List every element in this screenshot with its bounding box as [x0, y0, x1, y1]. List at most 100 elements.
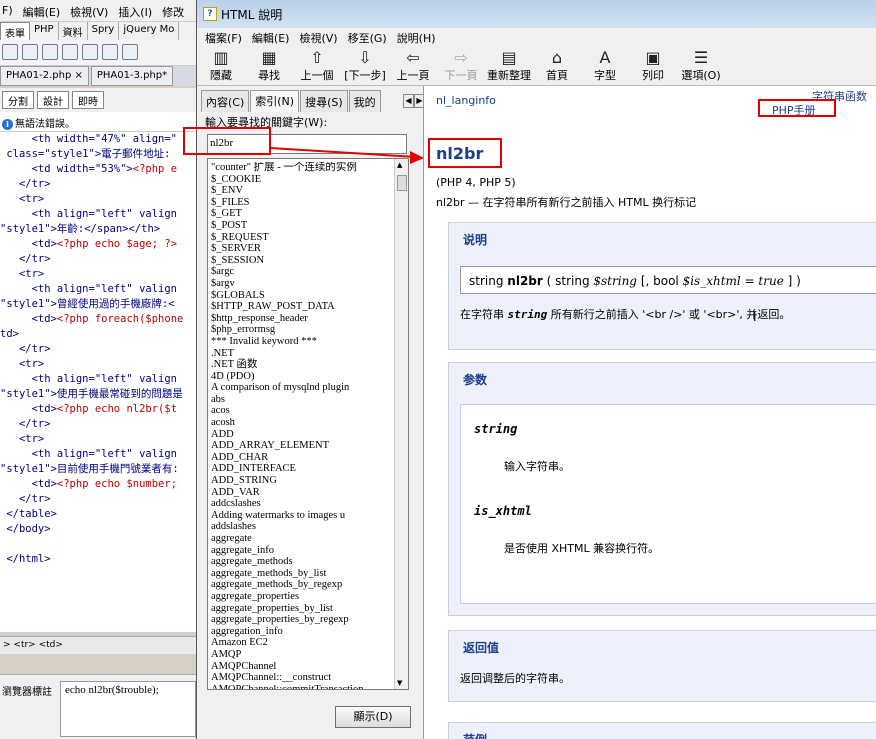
editor-menu-item[interactable]: 編輯(E): [23, 4, 61, 19]
editor-menu-item[interactable]: 插入(I): [118, 4, 152, 19]
toolbar-button[interactable]: ⇩ [下一步]: [341, 46, 389, 85]
help-menu-item[interactable]: 檔案(F): [205, 30, 242, 45]
help-menu-item[interactable]: 移至(G): [348, 30, 387, 45]
scroll-thumb[interactable]: [397, 175, 407, 191]
index-item[interactable]: $http_response_header: [211, 313, 396, 325]
view-button[interactable]: 設計: [37, 91, 69, 109]
index-item[interactable]: ADD_ARRAY_ELEMENT: [211, 440, 396, 452]
index-item[interactable]: Amazon EC2: [211, 637, 396, 649]
index-item[interactable]: $argc: [211, 266, 396, 278]
index-item[interactable]: aggregate_properties_by_regexp: [211, 614, 396, 626]
code-view[interactable]: <th width="47%" align=" class="style1">電…: [0, 132, 196, 632]
index-item[interactable]: aggregate_info: [211, 545, 396, 557]
view-button[interactable]: 分割: [2, 91, 34, 109]
chevron-left-icon[interactable]: ◀: [403, 94, 414, 108]
toolbar-button[interactable]: ▦ 尋找: [245, 46, 293, 85]
index-item[interactable]: $_REQUEST: [211, 232, 396, 244]
index-item[interactable]: aggregate: [211, 533, 396, 545]
index-item[interactable]: AMQPChannel: [211, 661, 396, 673]
toolbar-button[interactable]: A 字型: [581, 46, 629, 85]
scroll-down-icon[interactable]: ▼: [397, 679, 402, 687]
toolbar-button[interactable]: ⇧ 上一個: [293, 46, 341, 85]
view-button[interactable]: 即時: [72, 91, 104, 109]
index-item[interactable]: aggregation_info: [211, 626, 396, 638]
index-item[interactable]: $_FILES: [211, 197, 396, 209]
document-tab[interactable]: PHA01-3.php*: [90, 66, 174, 86]
index-item[interactable]: $argv: [211, 278, 396, 290]
toolbar-button[interactable]: ▣ 列印: [629, 46, 677, 85]
index-item[interactable]: .NET: [211, 348, 396, 360]
index-list[interactable]: "counter" 扩展 - 一个连续的实例 $_COOKIE $_ENV $_FIL…: [207, 158, 409, 690]
index-item[interactable]: aggregate_methods_by_regexp: [211, 579, 396, 591]
toolbar-button[interactable]: ⇦ 上一頁: [389, 46, 437, 85]
index-item[interactable]: $HTTP_RAW_POST_DATA: [211, 301, 396, 313]
prop-value-field[interactable]: echo nl2br($trouble);: [60, 681, 196, 737]
nav-tab[interactable]: 搜尋(S): [300, 90, 348, 112]
insert-category-tab[interactable]: Spry: [88, 22, 120, 40]
index-item[interactable]: addslashes: [211, 521, 396, 533]
index-item[interactable]: ADD_STRING: [211, 475, 396, 487]
index-item[interactable]: $php_errormsg: [211, 324, 396, 336]
insert-category-tab[interactable]: PHP: [30, 22, 59, 40]
editor-document-tabs: PHA01-2.php × PHA01-3.php*: [0, 66, 196, 86]
index-item[interactable]: ADD_CHAR: [211, 452, 396, 464]
insert-category-tab[interactable]: 表單: [0, 22, 30, 40]
index-item[interactable]: ADD_INTERFACE: [211, 463, 396, 475]
checkbox-icon[interactable]: [42, 44, 58, 60]
list-icon[interactable]: [62, 44, 78, 60]
index-item[interactable]: aggregate_properties_by_list: [211, 603, 396, 615]
index-item[interactable]: $_COOKIE: [211, 174, 396, 186]
document-tab[interactable]: PHA01-2.php ×: [0, 66, 89, 86]
index-item[interactable]: aggregate_properties: [211, 591, 396, 603]
nav-tab[interactable]: 索引(N): [250, 90, 300, 112]
index-item[interactable]: .NET 函数: [211, 359, 396, 371]
index-item[interactable]: A comparison of mysqlnd plugin: [211, 382, 396, 394]
form-icon[interactable]: [2, 44, 18, 60]
index-item[interactable]: acosh: [211, 417, 396, 429]
insert-category-tab[interactable]: 資料: [59, 22, 88, 40]
toolbar-button[interactable]: ⌂ 首頁: [533, 46, 581, 85]
index-item[interactable]: $_SESSION: [211, 255, 396, 267]
insert-category-tab[interactable]: jQuery Mo: [119, 22, 180, 40]
index-item[interactable]: "counter" 扩展 - 一个连续的实例: [211, 162, 396, 174]
index-item[interactable]: abs: [211, 394, 396, 406]
toolbar-button[interactable]: ☰ 選項(O): [677, 46, 725, 85]
editor-menu-item[interactable]: 檢視(V): [70, 4, 108, 19]
index-item[interactable]: AMQPChannel::commitTransaction: [211, 684, 396, 689]
toolbar-button[interactable]: ▤ 重新整理: [485, 46, 533, 85]
index-item[interactable]: aggregate_methods_by_list: [211, 568, 396, 580]
index-item[interactable]: 4D (PDO): [211, 371, 396, 383]
index-item[interactable]: $_SERVER: [211, 243, 396, 255]
index-item[interactable]: aggregate_methods: [211, 556, 396, 568]
show-button[interactable]: 顯示(D): [335, 706, 411, 728]
help-menu-item[interactable]: 檢視(V): [299, 30, 337, 45]
index-item[interactable]: AMQPChannel::__construct: [211, 672, 396, 684]
index-item[interactable]: acos: [211, 405, 396, 417]
index-item[interactable]: $_POST: [211, 220, 396, 232]
index-item[interactable]: *** Invalid keyword ***: [211, 336, 396, 348]
scroll-up-icon[interactable]: ▲: [397, 161, 402, 169]
fieldset-icon[interactable]: [122, 44, 138, 60]
editor-menu-item[interactable]: F): [2, 4, 13, 17]
menu-icon[interactable]: [102, 44, 118, 60]
index-item[interactable]: ADD: [211, 429, 396, 441]
index-item[interactable]: $_GET: [211, 208, 396, 220]
help-menu-item[interactable]: 編輯(E): [252, 30, 290, 45]
toolbar-button[interactable]: ⇨ 下一頁: [437, 46, 485, 85]
help-menu-item[interactable]: 說明(H): [397, 30, 436, 45]
radio-icon[interactable]: [82, 44, 98, 60]
index-item[interactable]: addcslashes: [211, 498, 396, 510]
index-item[interactable]: ADD_VAR: [211, 487, 396, 499]
index-item[interactable]: AMQP: [211, 649, 396, 661]
index-scrollbar[interactable]: ▲ ▼: [394, 159, 408, 689]
nav-tab[interactable]: 內容(C): [201, 90, 250, 112]
textfield-icon[interactable]: [22, 44, 38, 60]
index-item[interactable]: Adding watermarks to images u: [211, 510, 396, 522]
index-item[interactable]: $_ENV: [211, 185, 396, 197]
editor-menu-item[interactable]: 修改: [162, 4, 184, 19]
nav-tab[interactable]: 我的: [348, 90, 381, 112]
prev-topic-link[interactable]: nl_langinfo: [436, 94, 496, 107]
tag-selector[interactable]: > <tr> <td>: [0, 636, 196, 654]
toolbar-button[interactable]: ▥ 隱藏: [197, 46, 245, 85]
index-item[interactable]: $GLOBALS: [211, 290, 396, 302]
